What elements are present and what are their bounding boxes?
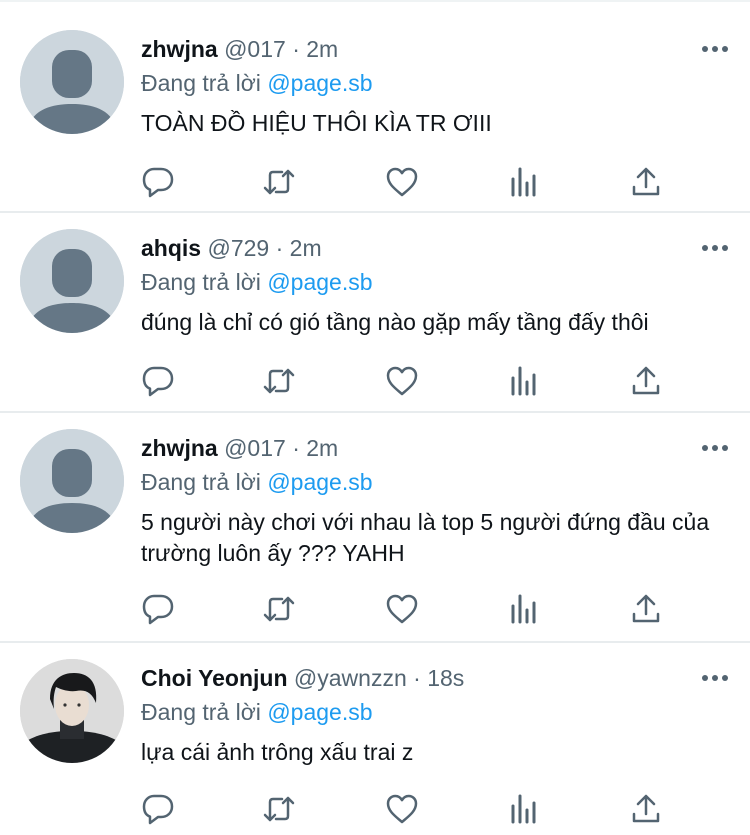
tweet-header: ahqis @729 · 2m (141, 233, 730, 263)
display-name[interactable]: zhwjna (141, 36, 218, 62)
tweet-text: lựa cái ảnh trông xấu trai z (141, 739, 414, 765)
tweet-header: zhwjna @017 · 2m (141, 34, 730, 64)
default-avatar-icon (20, 429, 124, 533)
user-handle[interactable]: @729 (207, 235, 269, 261)
tweet-2[interactable]: ahqis @729 · 2m Đang trả lời @page.sb đú… (0, 213, 750, 413)
mention-link[interactable]: @page.sb (267, 70, 372, 96)
replying-to: Đang trả lời @page.sb (141, 697, 730, 727)
retweet-icon[interactable] (262, 165, 296, 199)
default-avatar-icon (20, 30, 124, 134)
share-icon[interactable] (629, 364, 663, 398)
replying-to-label: Đang trả lời (141, 269, 261, 295)
reply-icon[interactable] (141, 165, 175, 199)
display-name[interactable]: zhwjna (141, 435, 218, 461)
user-handle[interactable]: @yawnzzn (294, 665, 407, 691)
action-bar (141, 792, 681, 826)
tweet-text: đúng là chỉ có gió tầng nào gặp mấy tầng… (141, 309, 649, 335)
share-icon[interactable] (629, 592, 663, 626)
timestamp[interactable]: 2m (290, 235, 322, 261)
replying-to-label: Đang trả lời (141, 70, 261, 96)
replying-to: Đang trả lời @page.sb (141, 267, 730, 297)
like-icon[interactable] (385, 364, 419, 398)
analytics-icon[interactable] (507, 364, 541, 398)
separator: · (275, 235, 284, 261)
retweet-icon[interactable] (262, 364, 296, 398)
mention-link[interactable]: @page.sb (267, 699, 372, 725)
retweet-icon[interactable] (262, 592, 296, 626)
like-icon[interactable] (385, 592, 419, 626)
mention-link[interactable]: @page.sb (267, 469, 372, 495)
replying-to-label: Đang trả lời (141, 699, 261, 725)
timestamp[interactable]: 18s (427, 665, 464, 691)
avatar[interactable] (20, 229, 124, 333)
tweet-header: zhwjna @017 · 2m (141, 433, 730, 463)
more-icon[interactable] (700, 433, 730, 463)
more-icon[interactable] (700, 233, 730, 263)
timestamp[interactable]: 2m (306, 435, 338, 461)
timestamp[interactable]: 2m (306, 36, 338, 62)
user-handle[interactable]: @017 (224, 435, 286, 461)
replying-to: Đang trả lời @page.sb (141, 68, 730, 98)
tweet-header: Choi Yeonjun @yawnzzn · 18s (141, 663, 730, 693)
display-name[interactable]: Choi Yeonjun (141, 665, 288, 691)
tweet-3[interactable]: zhwjna @017 · 2m Đang trả lời @page.sb 5… (0, 413, 750, 643)
reply-icon[interactable] (141, 592, 175, 626)
mention-link[interactable]: @page.sb (267, 269, 372, 295)
retweet-icon[interactable] (262, 792, 296, 826)
avatar[interactable] (20, 429, 124, 533)
action-bar (141, 364, 681, 398)
tweet-4[interactable]: Choi Yeonjun @yawnzzn · 18s Đang trả lời… (0, 643, 750, 835)
replying-to: Đang trả lời @page.sb (141, 467, 730, 497)
reply-icon[interactable] (141, 792, 175, 826)
like-icon[interactable] (385, 165, 419, 199)
user-handle[interactable]: @017 (224, 36, 286, 62)
avatar[interactable] (20, 30, 124, 134)
more-icon[interactable] (700, 663, 730, 693)
separator: · (413, 665, 421, 691)
display-name[interactable]: ahqis (141, 235, 201, 261)
like-icon[interactable] (385, 792, 419, 826)
analytics-icon[interactable] (507, 792, 541, 826)
tweet-text: TOÀN ĐỒ HIỆU THÔI KÌA TR ƠIII (141, 110, 492, 136)
action-bar (141, 592, 681, 626)
analytics-icon[interactable] (507, 592, 541, 626)
separator: · (292, 36, 300, 62)
share-icon[interactable] (629, 165, 663, 199)
separator: · (292, 435, 300, 461)
reply-icon[interactable] (141, 364, 175, 398)
profile-photo (20, 659, 124, 763)
replying-to-label: Đang trả lời (141, 469, 261, 495)
tweet-1[interactable]: zhwjna @017 · 2m Đang trả lời @page.sb T… (0, 2, 750, 213)
more-icon[interactable] (700, 34, 730, 64)
analytics-icon[interactable] (507, 165, 541, 199)
action-bar (141, 165, 681, 199)
tweet-text: 5 người này chơi với nhau là top 5 người… (141, 509, 710, 566)
avatar[interactable] (20, 659, 124, 763)
default-avatar-icon (20, 229, 124, 333)
share-icon[interactable] (629, 792, 663, 826)
